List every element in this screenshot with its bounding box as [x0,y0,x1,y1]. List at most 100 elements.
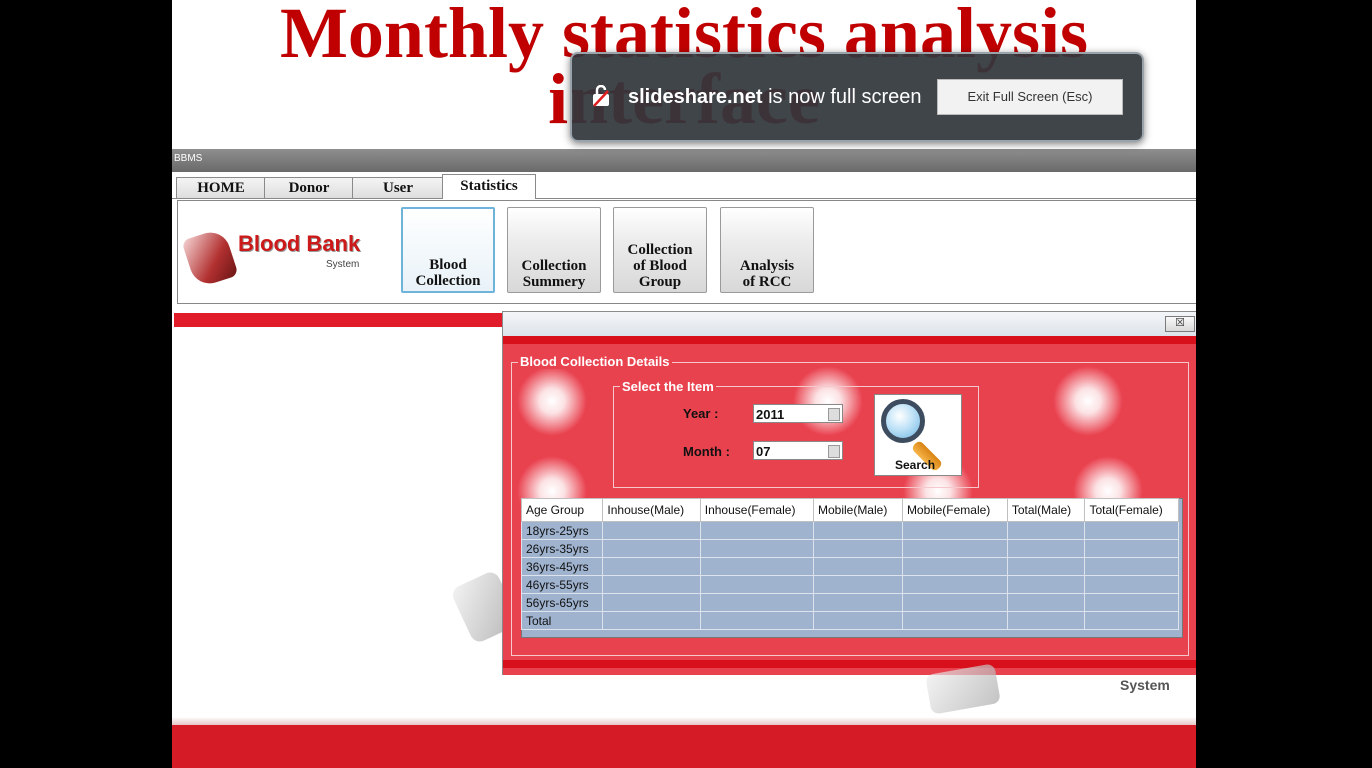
tab-user[interactable]: User [352,177,444,198]
column-header[interactable]: Age Group [520,498,604,522]
close-icon[interactable]: ☒ [1165,316,1195,332]
table-cell[interactable] [1084,557,1179,576]
table-header-row: Age Group Inhouse(Male) Inhouse(Female) … [520,498,1179,522]
left-pane [174,309,521,675]
month-spinner[interactable]: 07 [753,441,843,460]
age-group-cell[interactable]: 46yrs-55yrs [520,575,604,594]
tab-donor[interactable]: Donor [264,177,354,198]
btn-label-line1: Collection [521,258,587,274]
table-cell[interactable] [1006,575,1086,594]
logo-name: Blood Bank [238,231,361,256]
table-cell[interactable] [1006,611,1086,630]
table-cell[interactable] [602,575,701,594]
age-group-cell[interactable]: 26yrs-35yrs [520,539,604,558]
btn-label-line2: Collection [415,273,481,289]
table-row[interactable]: Total [520,611,1179,630]
blood-bank-logo: Blood Bank System [181,227,361,289]
tab-home[interactable]: HOME [176,177,266,198]
fullscreen-message: slideshare.net is now full screen [628,86,921,109]
unlock-icon [593,85,609,107]
column-header[interactable]: Mobile(Male) [812,498,903,522]
age-group-cell[interactable]: 18yrs-25yrs [520,521,604,540]
exit-fullscreen-button[interactable]: Exit Full Screen (Esc) [937,79,1123,115]
table-cell[interactable] [602,611,701,630]
table-cell[interactable] [1006,593,1086,612]
slide-footer: System [172,663,1196,768]
btn-label-line2: of Blood [633,258,687,274]
top-red-bar [503,336,1196,344]
table-cell[interactable] [699,611,814,630]
table-cell[interactable] [1006,521,1086,540]
table-cell[interactable] [602,539,701,558]
table-cell[interactable] [1084,611,1179,630]
table-row[interactable]: 36yrs-45yrs [520,557,1179,576]
age-group-cell[interactable]: Total [520,611,604,630]
btn-label-line1: Collection [627,242,693,258]
analysis-of-rcc-button[interactable]: Analysis of RCC [720,207,814,293]
column-header[interactable]: Inhouse(Female) [699,498,814,522]
column-header[interactable]: Mobile(Female) [901,498,1008,522]
tab-statistics[interactable]: Statistics [442,174,536,199]
column-header[interactable]: Total(Female) [1084,498,1179,522]
table-cell[interactable] [812,539,903,558]
magnifier-icon [881,399,925,443]
year-label: Year : [683,406,719,421]
year-value: 2011 [756,407,785,422]
ribbon: Blood Bank System Blood Collection Collec… [177,200,1196,304]
age-group-cell[interactable]: 56yrs-65yrs [520,593,604,612]
app-title: BBMS [174,153,203,164]
table-cell[interactable] [812,557,903,576]
select-title: Select the Item [620,379,716,394]
btn-label-line1: Analysis [739,258,795,274]
logo-sub: System [326,259,360,270]
collection-summery-button[interactable]: Collection Summery [507,207,601,293]
calendar-icon[interactable] [828,408,840,421]
table-cell[interactable] [699,593,814,612]
month-value: 07 [756,444,771,459]
age-group-cell[interactable]: 36yrs-45yrs [520,557,604,576]
table-cell[interactable] [901,539,1008,558]
collection-of-blood-group-button[interactable]: Collection of Blood Group [613,207,707,293]
blood-collection-button[interactable]: Blood Collection [401,207,495,293]
table-cell[interactable] [901,593,1008,612]
table-cell[interactable] [699,539,814,558]
table-cell[interactable] [602,557,701,576]
table-row[interactable]: 46yrs-55yrs [520,575,1179,594]
column-header[interactable]: Inhouse(Male) [602,498,701,522]
dialog-body: Blood Collection Details Select the Item… [503,336,1196,676]
bottom-red-bar [503,660,1196,668]
table-cell[interactable] [812,575,903,594]
table-cell[interactable] [1084,575,1179,594]
fullscreen-notice: slideshare.net is now full screen Exit F… [570,52,1144,142]
table-cell[interactable] [901,575,1008,594]
table-cell[interactable] [812,593,903,612]
calendar-icon[interactable] [828,445,840,458]
table-cell[interactable] [1084,593,1179,612]
btn-label-line2: of RCC [742,274,792,290]
table-cell[interactable] [812,521,903,540]
table-cell[interactable] [812,611,903,630]
table-cell[interactable] [699,575,814,594]
table-row[interactable]: 26yrs-35yrs [520,539,1179,558]
btn-label-line1: Blood [429,257,467,273]
statistics-table: Age Group Inhouse(Male) Inhouse(Female) … [520,498,1179,630]
table-cell[interactable] [901,557,1008,576]
table-cell[interactable] [901,611,1008,630]
table-cell[interactable] [901,521,1008,540]
slide: Monthly statistics analysis interface BB… [172,0,1196,768]
table-cell[interactable] [699,557,814,576]
btn-label-line2: Summery [522,274,586,290]
table-cell[interactable] [1006,539,1086,558]
table-cell[interactable] [1084,539,1179,558]
table-cell[interactable] [699,521,814,540]
blood-bag-icon [181,227,239,289]
column-header[interactable]: Total(Male) [1006,498,1086,522]
table-cell[interactable] [1084,521,1179,540]
table-row[interactable]: 56yrs-65yrs [520,593,1179,612]
table-cell[interactable] [1006,557,1086,576]
table-cell[interactable] [602,521,701,540]
year-spinner[interactable]: 2011 [753,404,843,423]
table-row[interactable]: 18yrs-25yrs [520,521,1179,540]
search-button[interactable]: Search [874,394,962,476]
table-cell[interactable] [602,593,701,612]
